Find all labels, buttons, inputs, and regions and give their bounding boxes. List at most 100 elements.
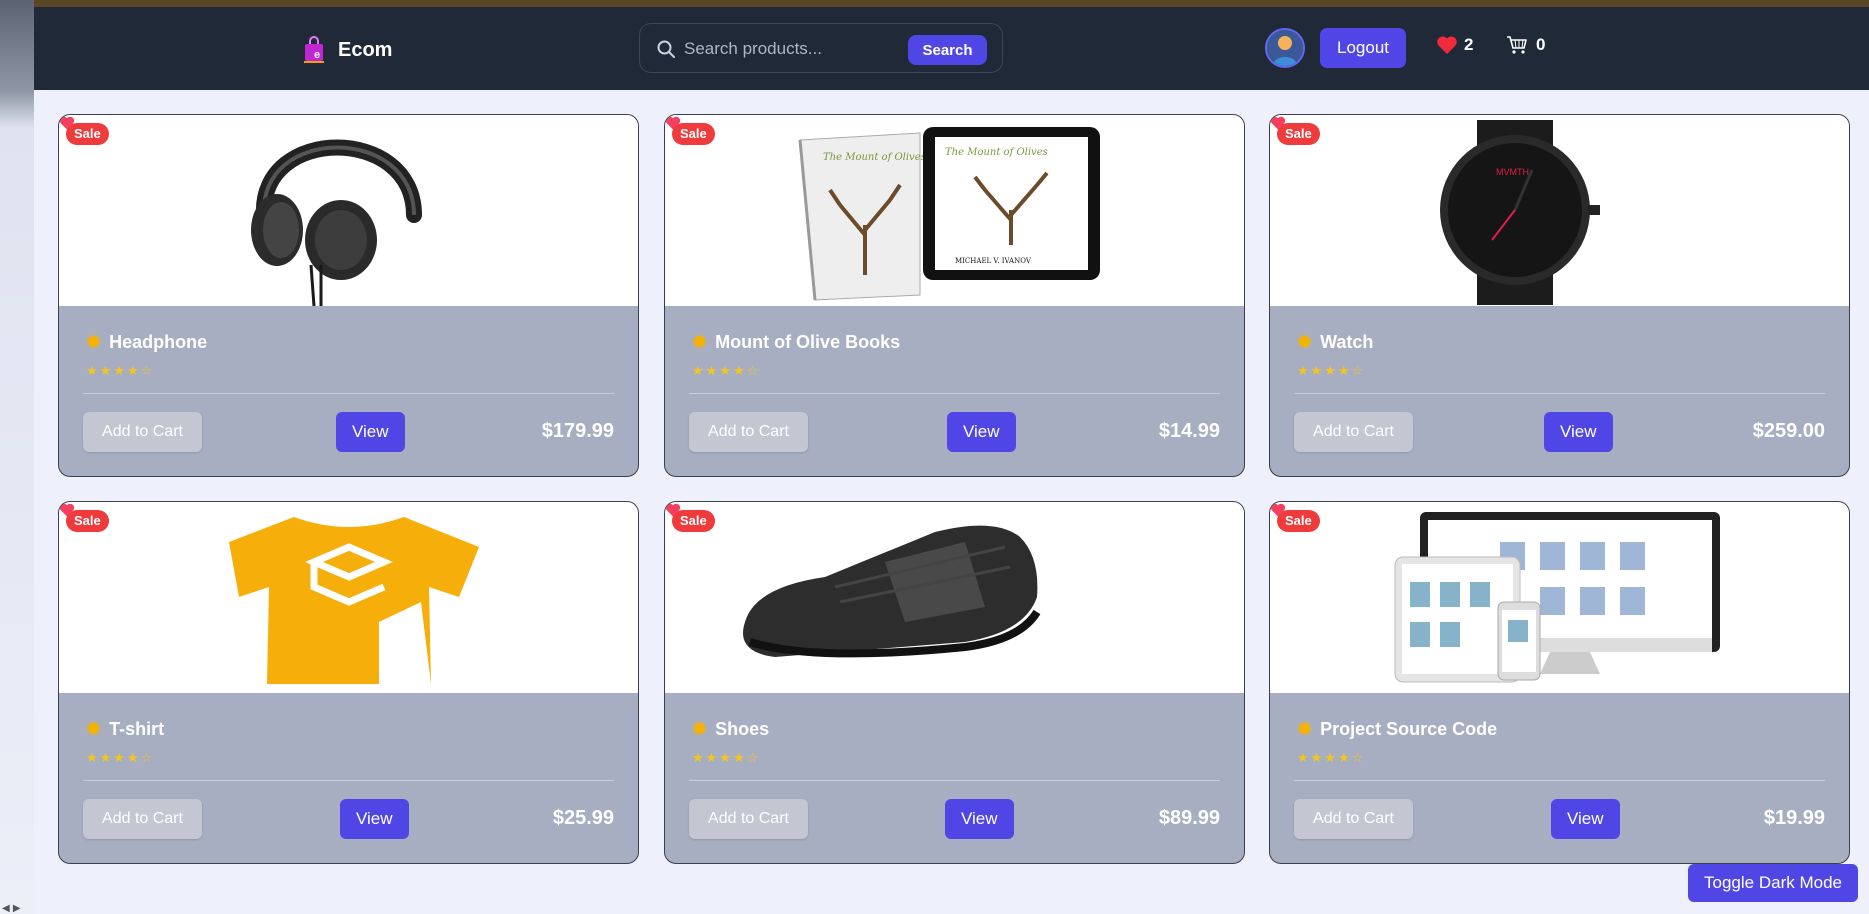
book-cover-title: The Mount of Olives [823,152,926,163]
scroll-arrows-icon[interactable]: ◀ ▶ [2,903,21,914]
card-body: ✹ Watch ★★★★☆ Add to Cart View $259.00 [1270,306,1849,476]
product-title[interactable]: ✹ Mount of Olive Books [692,332,900,353]
star-rating: ★★★★☆ [1297,364,1366,379]
product-card-shoes[interactable]: Sale ✹ Shoes ★★★★☆ Add to Cart View $89.… [664,501,1245,864]
product-image[interactable]: The Mount of Olives The Mount of Olives … [665,115,1244,306]
star-rating: ★★★★☆ [86,751,155,766]
view-button[interactable]: View [945,799,1014,839]
product-title[interactable]: ✹ Project Source Code [1297,719,1497,740]
view-button[interactable]: View [1544,412,1613,452]
product-image[interactable]: MVMTH Sale [1270,115,1849,306]
heart-icon [1437,36,1457,54]
wishlist-heart-icon[interactable] [665,115,681,131]
cart-icon [1507,36,1527,54]
sun-icon: ✹ [86,719,102,739]
cart-count: 0 [1536,35,1546,54]
headphone-image [251,139,422,306]
sun-icon: ✹ [1297,719,1313,739]
product-card-watch[interactable]: MVMTH Sale ✹ Watch ★★★★☆ Add to Cart Vie… [1269,114,1850,477]
product-card-headphone[interactable]: Sale ✹ Headphone ★★★★☆ Add to Cart View … [58,114,639,477]
avatar[interactable] [1265,28,1305,68]
product-title[interactable]: ✹ T-shirt [86,719,164,740]
card-body: ✹ Mount of Olive Books ★★★★☆ Add to Cart… [665,306,1244,476]
logout-button[interactable]: Logout [1320,28,1406,68]
wishlist-heart-icon[interactable] [59,502,75,518]
svg-text:e: e [314,49,320,61]
product-price: $25.99 [552,807,614,829]
star-rating: ★★★★☆ [1297,751,1366,766]
add-to-cart-button[interactable]: Add to Cart [1294,799,1413,839]
shopping-bag-logo-icon: e [304,36,324,63]
user-avatar-icon [1267,30,1303,66]
product-name: Headphone [109,332,208,352]
product-price: $179.99 [541,420,614,442]
card-body: ✹ Headphone ★★★★☆ Add to Cart View $179.… [59,306,638,476]
product-name: Watch [1320,332,1374,352]
toggle-dark-mode-button[interactable]: Toggle Dark Mode [1688,864,1858,902]
divider [689,780,1220,781]
star-rating: ★★★★☆ [692,364,761,379]
cart-link[interactable]: 0 [1506,35,1545,55]
wishlist-heart-icon[interactable] [59,115,75,131]
add-to-cart-button[interactable]: Add to Cart [1294,412,1413,452]
search-icon [657,40,675,58]
product-image[interactable]: Sale [1270,502,1849,693]
card-body: ✹ Shoes ★★★★☆ Add to Cart View $89.99 [665,693,1244,863]
product-name: Mount of Olive Books [715,332,901,352]
sun-icon: ✹ [1297,332,1313,352]
product-title[interactable]: ✹ Shoes [692,719,769,740]
product-price: $14.99 [1158,420,1220,442]
window-top-strip [0,0,1869,7]
books-image: The Mount of Olives The Mount of Olives … [798,127,1100,301]
view-button[interactable]: View [947,412,1016,452]
add-to-cart-button[interactable]: Add to Cart [83,799,202,839]
wishlist-link[interactable]: 2 [1436,35,1473,55]
product-image[interactable]: Sale [665,502,1244,693]
product-name: Project Source Code [1320,719,1498,739]
product-price: $19.99 [1763,807,1825,829]
devices-mockup-image [1394,512,1720,683]
star-rating: ★★★★☆ [86,364,155,379]
product-image[interactable]: Sale [59,115,638,306]
watch-image: MVMTH [1440,120,1600,305]
product-title[interactable]: ✹ Headphone [86,332,207,353]
divider [1294,780,1825,781]
add-to-cart-button[interactable]: Add to Cart [689,799,808,839]
search-button[interactable]: Search [908,35,987,65]
divider [689,393,1220,394]
search-box: Search [639,23,1003,73]
sun-icon: ✹ [692,719,708,739]
star-rating: ★★★★☆ [692,751,761,766]
product-name: T-shirt [109,719,165,739]
product-title[interactable]: ✹ Watch [1297,332,1373,353]
tablet-cover-title: The Mount of Olives [945,147,1048,158]
product-price: $89.99 [1158,807,1220,829]
product-card-source-code[interactable]: Sale ✹ Project Source Code ★★★★☆ Add to … [1269,501,1850,864]
sun-icon: ✹ [86,332,102,352]
tshirt-image [229,517,479,684]
search-input[interactable] [682,35,902,63]
brand[interactable]: e Ecom [302,33,392,67]
card-body: ✹ T-shirt ★★★★☆ Add to Cart View $25.99 [59,693,638,863]
product-image[interactable]: Sale [59,502,638,693]
product-name: Shoes [715,719,770,739]
wishlist-heart-icon[interactable] [665,502,681,518]
shoe-image [743,525,1041,658]
product-price: $259.00 [1752,420,1825,442]
divider [83,393,614,394]
add-to-cart-button[interactable]: Add to Cart [689,412,808,452]
add-to-cart-button[interactable]: Add to Cart [83,412,202,452]
product-card-books[interactable]: The Mount of Olives The Mount of Olives … [664,114,1245,477]
view-button[interactable]: View [336,412,405,452]
sun-icon: ✹ [692,332,708,352]
view-button[interactable]: View [340,799,409,839]
view-button[interactable]: View [1551,799,1620,839]
divider [1294,393,1825,394]
wishlist-heart-icon[interactable] [1270,502,1286,518]
divider [83,780,614,781]
wishlist-heart-icon[interactable] [1270,115,1286,131]
wishlist-count: 2 [1464,35,1474,54]
left-side-rail: ◀ ▶ [0,0,34,914]
card-body: ✹ Project Source Code ★★★★☆ Add to Cart … [1270,693,1849,863]
product-card-tshirt[interactable]: Sale ✹ T-shirt ★★★★☆ Add to Cart View $2… [58,501,639,864]
